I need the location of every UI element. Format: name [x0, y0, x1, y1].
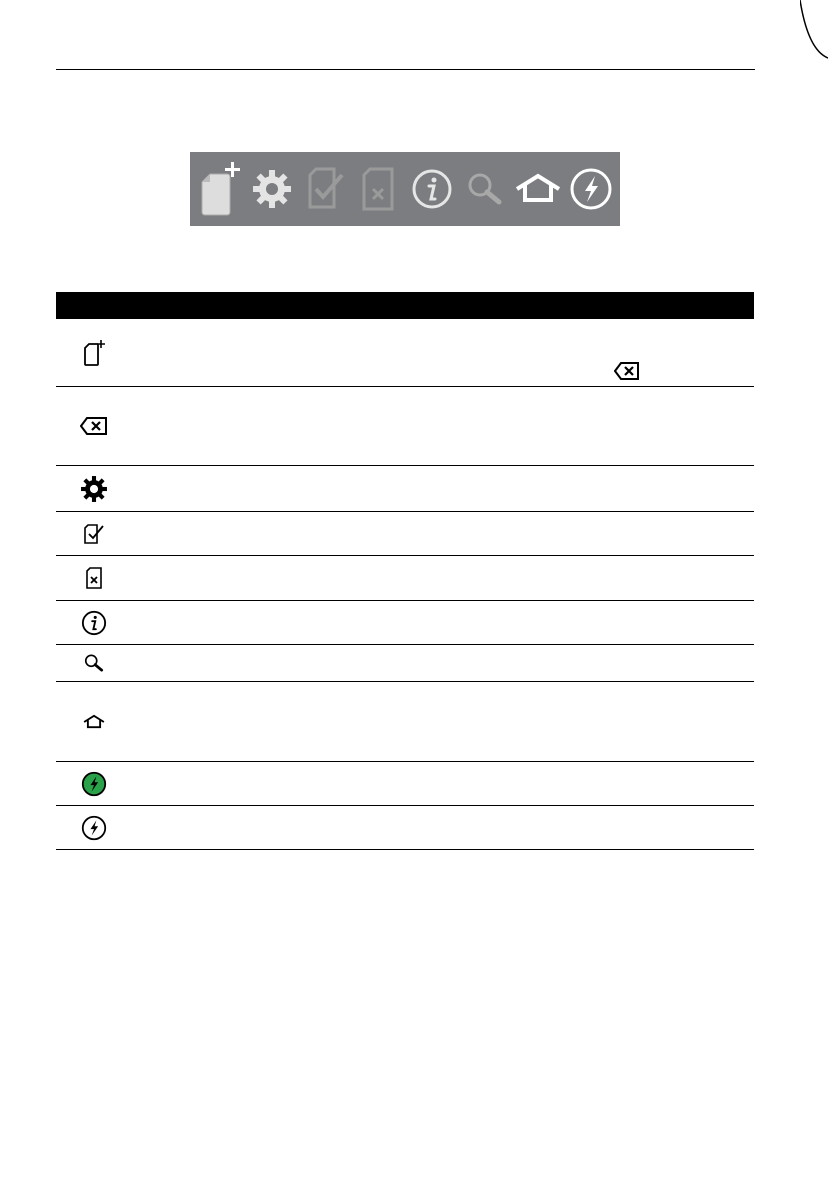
- backspace-x-icon: [80, 417, 107, 435]
- table-row: [56, 466, 754, 512]
- table-header: [56, 292, 754, 319]
- icon-table: [56, 292, 754, 850]
- file-x-icon: [86, 567, 102, 589]
- house-icon: [516, 173, 561, 202]
- info-icon: [81, 610, 107, 635]
- power-button[interactable]: [566, 159, 616, 219]
- file-plus-icon: [84, 339, 105, 366]
- settings-button[interactable]: [247, 159, 297, 219]
- new-file-button[interactable]: [194, 159, 244, 219]
- gear-icon: [252, 170, 291, 208]
- file-check-icon: [84, 523, 104, 544]
- table-row: [56, 319, 754, 387]
- table-row: [56, 387, 754, 466]
- magnifier-icon: [468, 173, 502, 205]
- search-button[interactable]: [460, 159, 510, 219]
- lightning-circle-green-icon: [81, 771, 107, 796]
- row-description: [132, 319, 754, 386]
- file-plus-icon: [201, 162, 240, 216]
- info-button[interactable]: [407, 159, 457, 219]
- table-row: [56, 601, 754, 645]
- backspace-x-icon: [614, 362, 639, 380]
- gear-icon: [81, 475, 107, 502]
- table-row: [56, 556, 754, 601]
- delete-file-button[interactable]: [353, 159, 403, 219]
- check-button[interactable]: [300, 159, 350, 219]
- file-check-icon: [308, 167, 344, 209]
- table-row: [56, 645, 754, 682]
- table-row: [56, 682, 754, 762]
- home-button[interactable]: [513, 159, 563, 219]
- lightning-circle-icon: [570, 168, 612, 210]
- file-x-icon: [362, 167, 394, 211]
- lightning-circle-icon: [81, 815, 107, 840]
- info-icon: [412, 169, 452, 209]
- magnifier-icon: [84, 654, 104, 672]
- table-row: [56, 512, 754, 556]
- table-row: [56, 806, 754, 850]
- header-rule: [56, 69, 755, 70]
- toolbar: [190, 152, 620, 226]
- table-row: [56, 762, 754, 806]
- house-icon: [83, 714, 105, 728]
- page-edge-mark: [800, 0, 828, 59]
